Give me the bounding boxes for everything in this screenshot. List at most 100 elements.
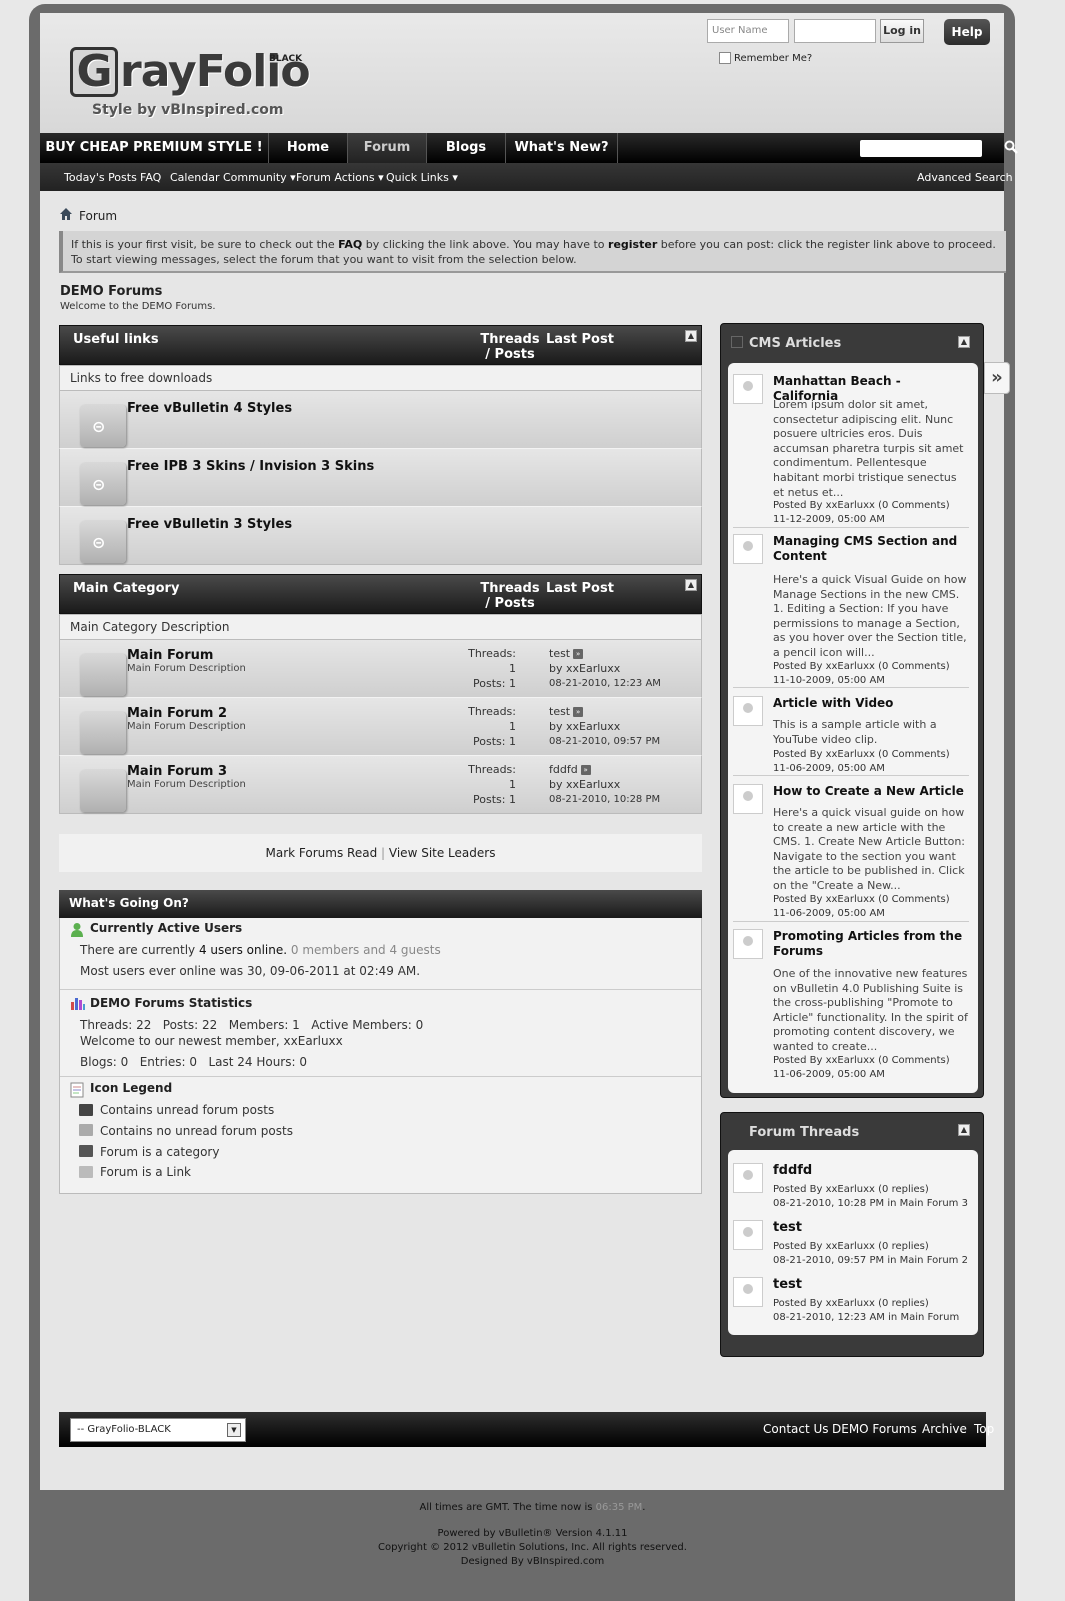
forum-row: Main Forum Main Forum Description Thread… (59, 640, 702, 698)
author-link[interactable]: xxEarluxx (826, 1184, 875, 1195)
forum-icon (80, 770, 126, 812)
last-post-title[interactable]: test (549, 705, 570, 718)
tab-whats-new[interactable]: What's New? (506, 133, 618, 163)
subnav-quick-links[interactable]: Quick Links ▾ (386, 171, 458, 184)
subnav-forum-actions[interactable]: Forum Actions ▾ (296, 171, 384, 184)
top-link[interactable]: Top (974, 1422, 994, 1436)
forum-title[interactable]: Free IPB 3 Skins / Invision 3 Skins (127, 459, 374, 474)
last-post: test» by xxEarluxx 08-21-2010, 09:57 PM (549, 705, 661, 747)
article-meta: Posted By xxEarluxx (0 Comments) 11-10-20… (773, 661, 950, 686)
sidebar-toggle-icon[interactable]: » (984, 362, 1010, 394)
forum-row: Main Forum 2 Main Forum Description Thre… (59, 698, 702, 756)
mark-forums-read-link[interactable]: Mark Forums Read (266, 846, 378, 860)
home-icon[interactable] (59, 207, 73, 221)
unread-forum-icon (79, 1104, 93, 1116)
password-field[interactable] (794, 19, 876, 43)
subnav-todays-posts[interactable]: Today's Posts (64, 171, 137, 184)
author-link[interactable]: xxEarluxx (826, 1241, 875, 1252)
author-link[interactable]: xxEarluxx (826, 894, 875, 905)
designed-by-text: Designed By vBInspired.com (460, 1556, 605, 1567)
author-link[interactable]: xxEarluxx (826, 1055, 875, 1066)
article-meta: Posted By xxEarluxx (0 Comments) 11-06-20… (773, 894, 950, 919)
thread-meta: Posted By xxEarluxx (0 replies) 08-21-201… (773, 1241, 968, 1266)
search-icon[interactable] (1004, 140, 1020, 156)
login-button[interactable]: Log in (880, 19, 924, 43)
collapse-icon[interactable]: ▲ (958, 1124, 970, 1136)
category-description: Main Category Description (59, 614, 702, 640)
article-title[interactable]: Promoting Articles from the Forums (773, 929, 969, 959)
forum-title[interactable]: Main Forum (127, 648, 213, 663)
thread-item: fddfd Posted By xxEarluxx (0 replies) 08-… (733, 1163, 969, 1215)
active-users-title[interactable]: Currently Active Users (90, 921, 242, 935)
tab-buy-style[interactable]: BUY CHEAP PREMIUM STYLE ! (40, 133, 269, 163)
collapse-icon[interactable]: ▲ (685, 330, 697, 342)
last-post-user[interactable]: xxEarluxx (566, 778, 620, 791)
forum-link-icon: ⊝ (80, 405, 126, 447)
thread-title[interactable]: test (773, 1220, 969, 1235)
chevron-down-icon: ▾ (378, 171, 384, 184)
last-post-user[interactable]: xxEarluxx (566, 662, 620, 675)
tab-home[interactable]: Home (269, 133, 348, 163)
stats-title[interactable]: DEMO Forums Statistics (90, 996, 252, 1010)
most-users-text: Most users ever online was 30, 09-06-201… (80, 964, 421, 978)
thread-forum-link[interactable]: Main Forum 3 (900, 1198, 968, 1209)
author-link[interactable]: xxEarluxx (826, 749, 875, 760)
search-input[interactable] (860, 140, 982, 157)
last-post-user[interactable]: xxEarluxx (566, 720, 620, 733)
go-to-post-icon[interactable]: » (580, 765, 591, 775)
subnav-faq[interactable]: FAQ (140, 171, 161, 184)
contact-us-link[interactable]: Contact Us (763, 1422, 829, 1436)
forum-title[interactable]: Main Forum 3 (127, 764, 227, 779)
category-title[interactable]: Useful links (73, 332, 159, 347)
avatar (733, 696, 763, 726)
remember-checkbox[interactable] (719, 52, 731, 64)
category-title[interactable]: Main Category (73, 581, 179, 596)
last-post-title[interactable]: fddfd (549, 763, 578, 776)
col-last-post: Last Post (546, 332, 614, 347)
style-chooser-select[interactable]: -- GrayFolio-BLACK ▼ (70, 1418, 246, 1442)
link-forum-icon (79, 1166, 93, 1178)
forum-title[interactable]: Free vBulletin 4 Styles (127, 401, 292, 416)
avatar (733, 929, 763, 959)
col-threads-posts: Threads / Posts (480, 581, 540, 611)
username-field[interactable]: User Name (707, 19, 789, 43)
thread-forum-link[interactable]: Main Forum 2 (900, 1255, 968, 1266)
author-link[interactable]: xxEarluxx (826, 1298, 875, 1309)
forum-title[interactable]: Main Forum 2 (127, 706, 227, 721)
breadcrumb[interactable]: Forum (79, 209, 117, 223)
forum-row: ⊝ Free IPB 3 Skins / Invision 3 Skins (59, 449, 702, 507)
last-post-title[interactable]: test (549, 647, 570, 660)
tab-forum[interactable]: Forum (348, 133, 427, 163)
avatar (733, 1163, 763, 1193)
thread-item: test Posted By xxEarluxx (0 replies) 08-2… (733, 1220, 969, 1272)
advanced-search-link[interactable]: Advanced Search (917, 171, 1013, 184)
article-title[interactable]: How to Create a New Article (773, 784, 969, 799)
subnav-community[interactable]: Community ▾ (223, 171, 296, 184)
powered-by-text: Powered by vBulletin® Version 4.1.11 (437, 1528, 628, 1539)
help-button[interactable]: Help (944, 19, 990, 45)
page-description: Welcome to the DEMO Forums. (60, 301, 216, 312)
site-leaders-link[interactable]: View Site Leaders (389, 846, 496, 860)
thread-title[interactable]: test (773, 1277, 969, 1292)
demo-forums-link[interactable]: DEMO Forums (832, 1422, 917, 1436)
chevron-down-icon: ▾ (452, 171, 458, 184)
collapse-icon[interactable]: ▲ (958, 336, 970, 348)
newest-member-link[interactable]: xxEarluxx (284, 1034, 343, 1048)
archive-link[interactable]: Archive (922, 1422, 967, 1436)
collapse-icon[interactable]: ▲ (685, 579, 697, 591)
forum-stats: Threads: 1 Posts: 1 (468, 705, 516, 748)
article-title[interactable]: Managing CMS Section and Content (773, 534, 969, 564)
thread-forum-link[interactable]: Main Forum (900, 1312, 959, 1323)
tab-blogs[interactable]: Blogs (427, 133, 506, 163)
subnav-calendar[interactable]: Calendar (170, 171, 219, 184)
forum-threads-title: Forum Threads (731, 1124, 859, 1140)
go-to-post-icon[interactable]: » (573, 707, 584, 717)
thread-title[interactable]: fddfd (773, 1163, 969, 1178)
faq-link[interactable]: FAQ (338, 238, 362, 251)
article-title[interactable]: Article with Video (773, 696, 969, 711)
forum-title[interactable]: Free vBulletin 3 Styles (127, 517, 292, 532)
author-link[interactable]: xxEarluxx (826, 661, 875, 672)
author-link[interactable]: xxEarluxx (826, 500, 875, 511)
register-link[interactable]: register (608, 238, 657, 251)
go-to-post-icon[interactable]: » (573, 649, 584, 659)
